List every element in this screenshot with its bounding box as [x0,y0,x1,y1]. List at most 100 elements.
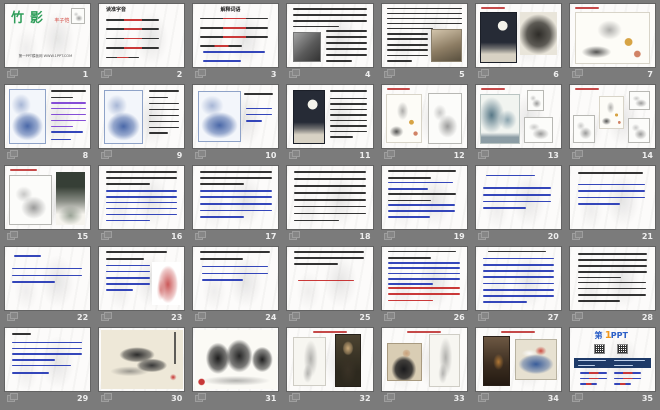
slide-thumbnail-35[interactable]: 第 1 PPT [569,328,655,391]
slide-number: 10 [265,151,277,160]
slides-stack-icon [7,69,18,78]
slide-thumbnail-12[interactable] [381,85,467,148]
slide-meta: 34 [476,391,561,405]
slide-number: 22 [77,313,89,322]
slides-stack-icon [195,231,207,240]
slide-thumbnail-10[interactable] [193,85,279,148]
red-title-line [10,169,38,172]
red-bamboo-painting [151,262,181,305]
slide-thumbnail-33[interactable] [381,328,467,391]
slide-meta: 5 [382,67,467,81]
slide-cell: 28 [569,247,655,324]
slide-title: 解释词语 [220,6,241,13]
answer-lines [388,181,454,190]
slide-meta: 11 [287,148,372,162]
body-lines [578,183,645,205]
slide-thumbnail-11[interactable] [287,85,373,148]
slide-thumbnail-20[interactable] [475,166,561,229]
bio-text-lines [386,32,428,62]
qr-code [616,343,628,355]
red-title-line [574,88,599,91]
slide-thumbnail-28[interactable] [569,247,655,310]
bio-text-lines [325,30,368,62]
slides-stack-icon [7,231,18,240]
slide-thumbnail-1[interactable]: 竹影 丰子恺 第一PPT模板网 WWW.1PPT.COM [5,4,91,67]
slide-thumbnail-9[interactable] [99,85,185,148]
slide-thumbnail-31[interactable] [193,328,279,391]
western-portrait-painting [386,343,423,381]
ink-painting-dark [519,12,557,56]
slide-thumbnail-18[interactable] [287,166,373,229]
slide-thumbnail-16[interactable] [99,166,185,229]
slide-cell: 23 [99,247,185,324]
slide-thumbnail-14[interactable] [569,85,655,148]
slide-meta: 24 [193,310,278,324]
slides-stack-icon [477,150,489,159]
slide-thumbnail-26[interactable] [381,247,467,310]
title-line [11,333,31,336]
question-lines [105,171,178,185]
slide-meta: 30 [99,391,184,405]
slide-thumbnail-7[interactable] [569,4,655,67]
slide-thumbnail-2[interactable]: 读准字音 [99,4,185,67]
slide-thumbnail-23[interactable] [99,247,185,310]
slide-meta: 10 [193,148,278,162]
horses-ink-painting [194,329,277,390]
slide-thumbnail-15[interactable] [5,166,91,229]
body-lines [294,171,366,222]
title-line [244,93,274,97]
slide-thumbnail-30[interactable] [99,328,185,391]
slides-stack-icon [289,150,301,159]
slide-meta: 2 [99,67,184,81]
slide-thumbnail-4[interactable] [287,4,373,67]
slide-cell: 12 [381,85,467,162]
slides-stack-icon [101,69,113,78]
definition-lines [200,17,269,47]
slide-cell: 30 [99,328,185,405]
answer-lines-red [388,287,460,302]
slide-thumbnail-32[interactable] [287,328,373,391]
slide-meta: 20 [476,229,561,243]
slide-thumbnail-6[interactable] [475,4,561,67]
deck-title: 竹影 [10,10,49,26]
slides-stack-icon [383,231,395,240]
slide-thumbnail-19[interactable] [381,166,467,229]
chinese-painting [429,333,460,388]
comic-painting [574,12,650,64]
slide-thumbnail-21[interactable] [569,166,655,229]
slides-stack-icon [7,150,18,159]
slide-number: 33 [453,394,465,403]
slide-cell: 26 [381,247,467,324]
slide-meta: 18 [287,229,372,243]
slide-number: 29 [77,394,89,403]
slide-cell: 18 [287,166,373,243]
slides-stack-icon [477,69,489,78]
slide-meta: 17 [193,229,278,243]
slide-thumbnail-8[interactable] [5,85,91,148]
slide-thumbnail-24[interactable] [193,247,279,310]
slide-thumbnail-5[interactable] [381,4,467,67]
slide-number: 9 [176,151,183,160]
slide-thumbnail-22[interactable] [5,247,91,310]
answer-lines [388,204,455,218]
slide-number: 16 [171,232,183,241]
slide-thumbnail-25[interactable] [287,247,373,310]
pine-painting [56,172,86,226]
slides-stack-icon [571,393,583,402]
slide-meta: 7 [570,67,655,81]
slide-number: 19 [453,232,465,241]
answer-lines [105,189,178,222]
ink-painting-moon [292,90,325,144]
slide-thumbnail-3[interactable]: 解释词语 [193,4,279,67]
slide-thumbnail-13[interactable] [475,85,561,148]
slide-thumbnail-29[interactable] [5,328,91,391]
slide-thumbnail-27[interactable] [475,247,561,310]
title-line [329,90,368,94]
slide-number: 2 [176,70,183,79]
slide-number: 35 [641,394,653,403]
slide-meta: 14 [570,148,655,162]
slide-thumbnail-34[interactable] [475,328,561,391]
question-lines [388,250,457,259]
slide-thumbnail-17[interactable] [193,166,279,229]
question-lines [388,170,457,179]
